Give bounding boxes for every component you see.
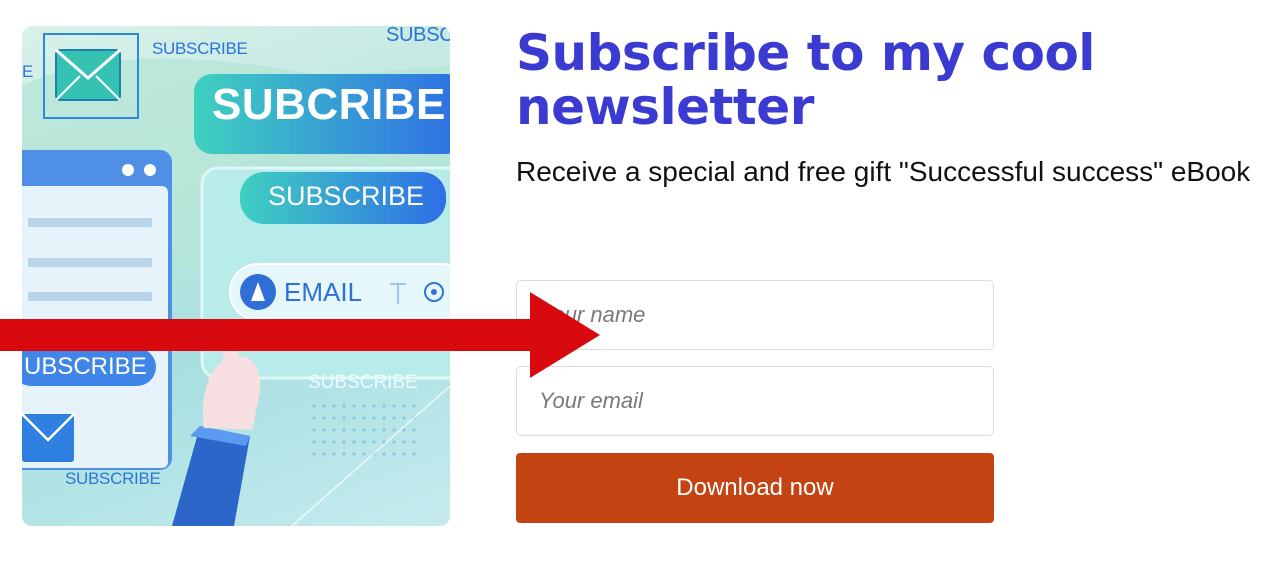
download-now-button[interactable]: Download now [516, 453, 994, 523]
envelope-icon [22, 413, 75, 462]
illustration-label: SUBSCRIBE [65, 469, 161, 488]
envelope-icon [55, 48, 121, 101]
illustration-label: SUBSC [386, 26, 450, 46]
illustration-label: SUBCRIBE [212, 80, 446, 129]
newsletter-illustration: SUBSCRIBE SUBSC E SUBCRIBE SUBSCRIBE EMA… [22, 26, 450, 526]
page-title: Subscribe to my cool newsletter [516, 24, 1095, 136]
subtitle: Receive a special and free gift "Success… [516, 156, 1251, 187]
illustration-label: SUBSCRIBE [268, 181, 425, 211]
illustration-label: SUBSCRIBE [152, 39, 248, 58]
illustration-label: E [22, 62, 34, 81]
arrow-pointer-icon [0, 292, 600, 378]
